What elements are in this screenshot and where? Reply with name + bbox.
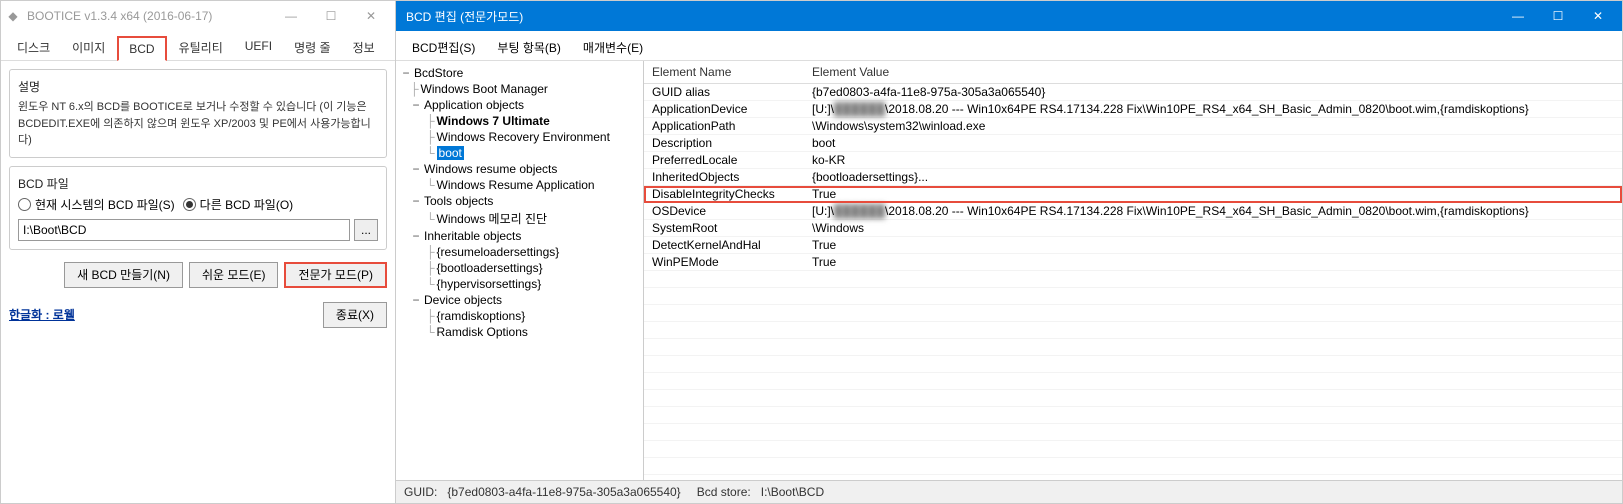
table-row-empty	[644, 305, 1622, 322]
table-row-empty	[644, 271, 1622, 288]
bcd-edit-window: BCD 편집 (전문가모드) — ☐ ✕ BCD편집(S)부팅 항목(B)매개변…	[395, 0, 1623, 504]
expert-mode-button[interactable]: 전문가 모드(P)	[284, 262, 387, 288]
tree-node[interactable]: −Windows resume objects	[398, 161, 641, 177]
tree-node[interactable]: ├{resumeloadersettings}	[398, 244, 641, 260]
tree-node[interactable]: −Application objects	[398, 97, 641, 113]
table-row-empty	[644, 441, 1622, 458]
table-body[interactable]: GUID alias{b7ed0803-a4fa-11e8-975a-305a3…	[644, 84, 1622, 480]
status-guid: GUID: {b7ed0803-a4fa-11e8-975a-305a3a065…	[404, 485, 681, 499]
window-title: BCD 편집 (전문가모드)	[400, 8, 1498, 25]
tree-toggle-icon[interactable]: −	[410, 229, 422, 243]
table-row[interactable]: SystemRoot\Windows	[644, 220, 1622, 237]
minimize-button[interactable]: —	[1498, 1, 1538, 31]
status-store: Bcd store: I:\Boot\BCD	[697, 485, 824, 499]
maximize-button[interactable]: ☐	[1538, 1, 1578, 31]
table-row[interactable]: DetectKernelAndHalTrue	[644, 237, 1622, 254]
tree-node[interactable]: ├Windows Boot Manager	[398, 81, 641, 97]
table-row[interactable]: Descriptionboot	[644, 135, 1622, 152]
table-header: Element Name Element Value	[644, 61, 1622, 84]
tab-정보[interactable]: 정보	[343, 35, 385, 60]
tab-UEFI[interactable]: UEFI	[235, 35, 282, 60]
radio-icon	[183, 198, 196, 211]
table-row-empty	[644, 458, 1622, 475]
tree-node[interactable]: −Inheritable objects	[398, 228, 641, 244]
radio-other-bcd[interactable]: 다른 BCD 파일(O)	[183, 196, 294, 213]
tab-이미지[interactable]: 이미지	[62, 35, 115, 60]
menu-item[interactable]: 부팅 항목(B)	[487, 35, 571, 60]
exit-button[interactable]: 종료(X)	[323, 302, 387, 328]
tree-node[interactable]: −Device objects	[398, 292, 641, 308]
header-name[interactable]: Element Name	[652, 65, 812, 79]
tab-명령 줄[interactable]: 명령 줄	[284, 35, 340, 60]
tree-node[interactable]: └Windows 메모리 진단	[398, 209, 641, 228]
table-row[interactable]: PreferredLocaleko-KR	[644, 152, 1622, 169]
table-row-empty	[644, 390, 1622, 407]
minimize-button[interactable]: —	[271, 1, 311, 31]
header-value[interactable]: Element Value	[812, 65, 1614, 79]
tree-toggle-icon[interactable]: −	[410, 293, 422, 307]
tree-toggle-icon[interactable]: −	[410, 194, 422, 208]
table-row[interactable]: GUID alias{b7ed0803-a4fa-11e8-975a-305a3…	[644, 84, 1622, 101]
table-row-empty	[644, 322, 1622, 339]
close-button[interactable]: ✕	[1578, 1, 1618, 31]
translator-link[interactable]: 한글화 : 로웰	[9, 306, 75, 323]
tree-node[interactable]: ├Windows 7 Ultimate	[398, 113, 641, 129]
menu-item[interactable]: BCD편집(S)	[402, 35, 485, 60]
radio-current-bcd[interactable]: 현재 시스템의 BCD 파일(S)	[18, 196, 175, 213]
tree-toggle-icon[interactable]: −	[400, 66, 412, 80]
bcd-tree[interactable]: −BcdStore├Windows Boot Manager−Applicati…	[396, 61, 644, 480]
bootice-main-window: ◆ BOOTICE v1.3.4 x64 (2016-06-17) — ☐ ✕ …	[0, 0, 395, 504]
table-row-empty	[644, 288, 1622, 305]
browse-button[interactable]: ...	[354, 219, 378, 241]
menubar: BCD편집(S)부팅 항목(B)매개변수(E)	[396, 31, 1622, 61]
table-row-empty	[644, 356, 1622, 373]
tree-toggle-icon[interactable]: −	[410, 162, 422, 176]
bcd-file-group: BCD 파일 현재 시스템의 BCD 파일(S) 다른 BCD 파일(O) ..…	[9, 166, 387, 250]
radio-icon	[18, 198, 31, 211]
table-row-empty	[644, 339, 1622, 356]
tree-toggle-icon[interactable]: −	[410, 98, 422, 112]
tree-node[interactable]: └{hypervisorsettings}	[398, 276, 641, 292]
bcd-file-legend: BCD 파일	[18, 175, 378, 192]
titlebar[interactable]: BCD 편집 (전문가모드) — ☐ ✕	[396, 1, 1622, 31]
table-row-empty	[644, 373, 1622, 390]
table-row[interactable]: InheritedObjects{bootloadersettings}...	[644, 169, 1622, 186]
easy-mode-button[interactable]: 쉬운 모드(E)	[189, 262, 279, 288]
description-text: 윈도우 NT 6.x의 BCD를 BOOTICE로 보거나 수정할 수 있습니다…	[18, 99, 378, 149]
close-button[interactable]: ✕	[351, 1, 391, 31]
window-title: BOOTICE v1.3.4 x64 (2016-06-17)	[27, 9, 271, 23]
tree-node[interactable]: └Windows Resume Application	[398, 177, 641, 193]
table-row[interactable]: ApplicationDevice[U:]\██████\2018.08.20 …	[644, 101, 1622, 118]
tree-node[interactable]: └Ramdisk Options	[398, 324, 641, 340]
tree-node[interactable]: └boot	[398, 145, 641, 161]
new-bcd-button[interactable]: 새 BCD 만들기(N)	[64, 262, 183, 288]
tree-node[interactable]: −Tools objects	[398, 193, 641, 209]
tab-유틸리티[interactable]: 유틸리티	[169, 35, 233, 60]
table-row[interactable]: OSDevice[U:]\██████\2018.08.20 --- Win10…	[644, 203, 1622, 220]
tab-디스크[interactable]: 디스크	[7, 35, 60, 60]
maximize-button[interactable]: ☐	[311, 1, 351, 31]
table-row-empty	[644, 424, 1622, 441]
statusbar: GUID: {b7ed0803-a4fa-11e8-975a-305a3a065…	[396, 480, 1622, 503]
description-legend: 설명	[18, 78, 378, 95]
tab-BCD[interactable]: BCD	[117, 36, 166, 61]
table-row-empty	[644, 407, 1622, 424]
bcd-path-input[interactable]	[18, 219, 350, 241]
titlebar[interactable]: ◆ BOOTICE v1.3.4 x64 (2016-06-17) — ☐ ✕	[1, 1, 395, 31]
tree-node[interactable]: ├{bootloadersettings}	[398, 260, 641, 276]
tree-node[interactable]: ├Windows Recovery Environment	[398, 129, 641, 145]
table-row[interactable]: ApplicationPath\Windows\system32\winload…	[644, 118, 1622, 135]
table-row[interactable]: WinPEModeTrue	[644, 254, 1622, 271]
main-tabs: 디스크이미지BCD유틸리티UEFI명령 줄정보	[1, 31, 395, 61]
app-icon: ◆	[5, 8, 21, 24]
table-row[interactable]: DisableIntegrityChecksTrue	[644, 186, 1622, 203]
tree-node[interactable]: −BcdStore	[398, 65, 641, 81]
tree-node[interactable]: ├{ramdiskoptions}	[398, 308, 641, 324]
menu-item[interactable]: 매개변수(E)	[573, 35, 653, 60]
description-group: 설명 윈도우 NT 6.x의 BCD를 BOOTICE로 보거나 수정할 수 있…	[9, 69, 387, 158]
